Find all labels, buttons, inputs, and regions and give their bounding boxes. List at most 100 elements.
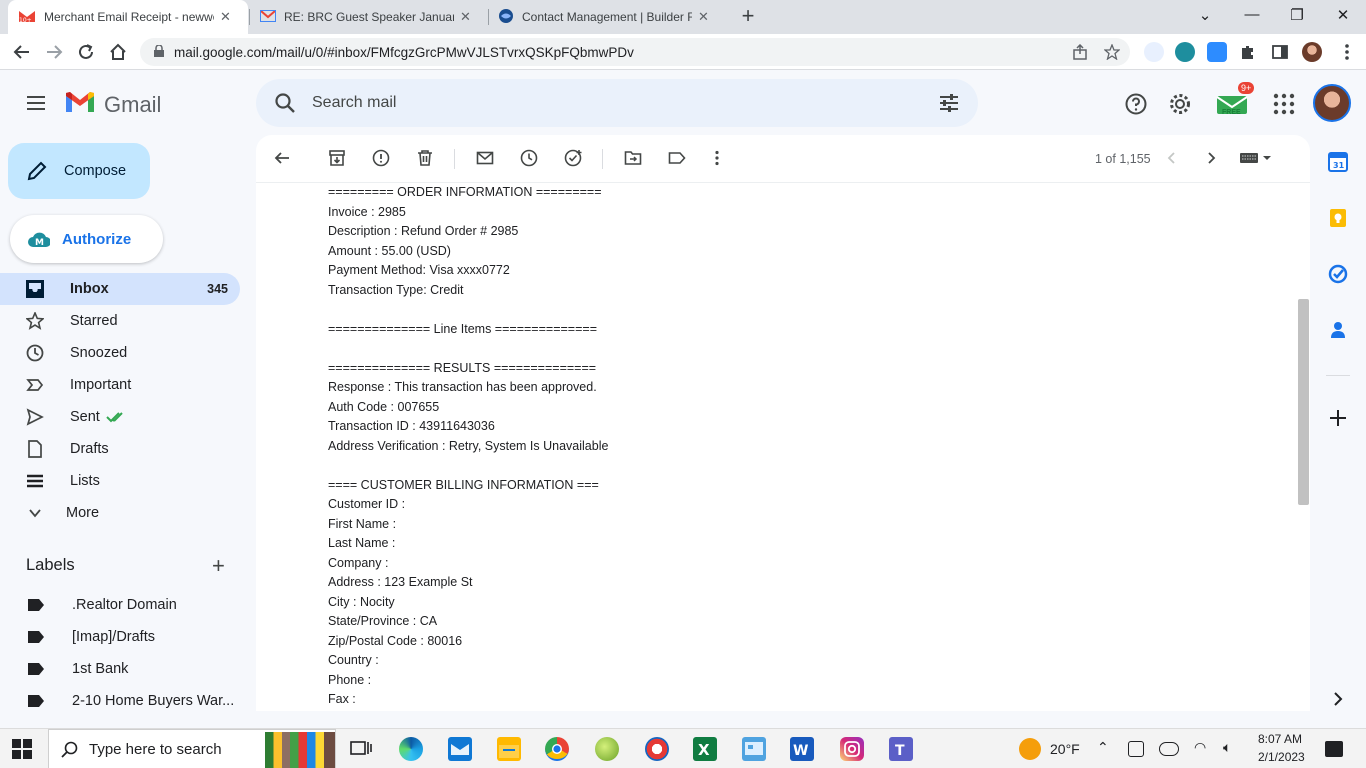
input-tools-keyboard-icon[interactable]	[1239, 149, 1273, 169]
search-bar[interactable]: Search mail	[256, 79, 978, 127]
label-as-icon[interactable]	[668, 149, 688, 169]
authorize-button[interactable]: M Authorize	[10, 215, 163, 263]
sidebar-item-inbox[interactable]: Inbox 345	[0, 273, 240, 305]
get-addons-plus-icon[interactable]	[1328, 408, 1350, 430]
tab-merchant-email-receipt[interactable]: 10+ Merchant Email Receipt - newwe ✕	[8, 0, 248, 34]
gmail-logo[interactable]: Gmail	[64, 90, 161, 119]
google-apps-icon[interactable]	[1272, 92, 1296, 116]
clock-time[interactable]: 8:07 AM	[1258, 732, 1302, 746]
label-item[interactable]: 2-10 Home Buyers War...	[0, 685, 240, 717]
newer-chevron-left-icon[interactable]	[1163, 149, 1183, 169]
clock-date[interactable]: 2/1/2023	[1258, 750, 1305, 764]
back-icon[interactable]	[10, 40, 34, 64]
address-bar[interactable]: mail.google.com/mail/u/0/#inbox/FMfcgzGr…	[140, 38, 1130, 66]
instagram-icon[interactable]	[840, 737, 864, 761]
tab-brc-guest-speaker[interactable]: RE: BRC Guest Speaker January 1 ✕	[250, 0, 488, 34]
svg-text:T: T	[895, 743, 905, 759]
task-view-icon[interactable]	[349, 737, 373, 761]
minimize-icon[interactable]: —	[1242, 6, 1262, 23]
expand-side-panel-icon[interactable]	[1328, 689, 1350, 711]
move-to-icon[interactable]	[624, 149, 644, 169]
sidebar-item-snoozed[interactable]: Snoozed	[0, 337, 240, 369]
label-tag-icon	[28, 663, 44, 675]
control-panel-icon[interactable]	[742, 737, 766, 761]
close-tab-icon[interactable]: ✕	[220, 9, 231, 25]
meet-now-icon[interactable]	[1128, 741, 1144, 757]
create-label-icon[interactable]: +	[212, 555, 225, 577]
reload-icon[interactable]	[74, 40, 98, 64]
archive-icon[interactable]	[328, 149, 348, 169]
extension-m-badge-icon[interactable]	[1175, 42, 1195, 62]
label-item[interactable]: [Imap]/Drafts	[0, 621, 240, 653]
extensions-puzzle-icon[interactable]	[1236, 40, 1260, 64]
file-explorer-icon[interactable]	[497, 737, 521, 761]
close-window-icon[interactable]: ✕	[1333, 6, 1353, 24]
email-line: Auth Code : 007655	[328, 399, 440, 414]
browser-menu-icon[interactable]	[1335, 40, 1359, 64]
add-to-tasks-icon[interactable]	[564, 149, 584, 169]
app-lifebuoy-icon[interactable]	[645, 737, 669, 761]
share-icon[interactable]	[1068, 40, 1092, 64]
report-spam-icon[interactable]	[372, 149, 392, 169]
google-contacts-icon[interactable]	[1328, 320, 1350, 342]
more-options-icon[interactable]	[708, 149, 728, 169]
onedrive-cloud-icon[interactable]	[1159, 742, 1179, 756]
profile-avatar-icon[interactable]	[1302, 42, 1322, 62]
word-icon[interactable]: W	[790, 737, 814, 761]
help-icon[interactable]	[1124, 92, 1148, 116]
mark-unread-icon[interactable]	[476, 149, 496, 169]
google-keep-icon[interactable]	[1328, 208, 1350, 230]
older-chevron-right-icon[interactable]	[1202, 149, 1222, 169]
bookmark-star-icon[interactable]	[1100, 40, 1124, 64]
message-scrollbar[interactable]	[1298, 299, 1309, 505]
chrome-browser-icon[interactable]	[545, 737, 569, 761]
tab-contact-management[interactable]: Contact Management | Builder R ✕	[488, 0, 728, 34]
lock-icon[interactable]	[154, 43, 164, 60]
forward-icon[interactable]	[42, 40, 66, 64]
wifi-icon[interactable]: ◠	[1194, 739, 1206, 756]
zoom-extension-icon[interactable]	[1207, 42, 1227, 62]
sidebar-item-starred[interactable]: Starred	[0, 305, 240, 337]
search-input[interactable]: Search mail	[312, 94, 396, 112]
label-item[interactable]: .Realtor Domain	[0, 589, 240, 621]
google-tasks-icon[interactable]	[1328, 264, 1350, 286]
main-menu-icon[interactable]	[26, 93, 46, 113]
delete-icon[interactable]	[416, 149, 436, 169]
windows-start-icon[interactable]	[12, 739, 32, 759]
home-icon[interactable]	[106, 40, 130, 64]
side-panel-icon[interactable]	[1268, 40, 1292, 64]
restore-icon[interactable]: ❐	[1287, 6, 1307, 24]
new-tab-icon[interactable]: +	[738, 5, 758, 29]
show-hidden-icons-chevron-icon[interactable]: ⌃	[1097, 739, 1109, 756]
sidebar-item-drafts[interactable]: Drafts	[0, 433, 240, 465]
tab-search-chevron-icon[interactable]: ⌄	[1195, 6, 1215, 24]
snooze-icon[interactable]	[520, 149, 540, 169]
notification-center-icon[interactable]	[1325, 741, 1343, 757]
edge-browser-icon[interactable]	[399, 737, 423, 761]
sidebar-item-lists[interactable]: Lists	[0, 465, 240, 497]
weather-temperature[interactable]: 20°F	[1050, 741, 1080, 757]
close-tab-icon[interactable]: ✕	[460, 9, 471, 25]
sidebar-item-sent[interactable]: Sent	[0, 401, 240, 433]
green-orb-app-icon[interactable]	[595, 737, 619, 761]
volume-icon[interactable]: 🔈︎	[1223, 739, 1231, 756]
search-icon[interactable]	[274, 92, 296, 119]
sidebar-item-more[interactable]: More	[0, 497, 240, 529]
tab-title: Contact Management | Builder R	[522, 10, 692, 24]
search-options-icon[interactable]	[938, 92, 960, 119]
weather-sun-icon[interactable]	[1019, 738, 1041, 760]
google-calendar-icon[interactable]: 31	[1328, 152, 1350, 174]
excel-icon[interactable]: X	[693, 737, 717, 761]
label-item[interactable]: 1st Bank	[0, 653, 240, 685]
settings-gear-icon[interactable]	[1168, 92, 1192, 116]
teams-icon[interactable]: T	[889, 737, 913, 761]
taskbar-search[interactable]: Type here to search	[48, 729, 336, 768]
sidebar-item-label: Lists	[70, 473, 100, 489]
compose-button[interactable]: Compose	[8, 143, 150, 199]
close-tab-icon[interactable]: ✕	[698, 9, 709, 25]
extension-m-icon[interactable]	[1144, 42, 1164, 62]
mail-app-icon[interactable]	[448, 737, 472, 761]
back-to-inbox-icon[interactable]	[273, 149, 293, 169]
account-avatar[interactable]	[1313, 84, 1351, 122]
sidebar-item-important[interactable]: Important	[0, 369, 240, 401]
